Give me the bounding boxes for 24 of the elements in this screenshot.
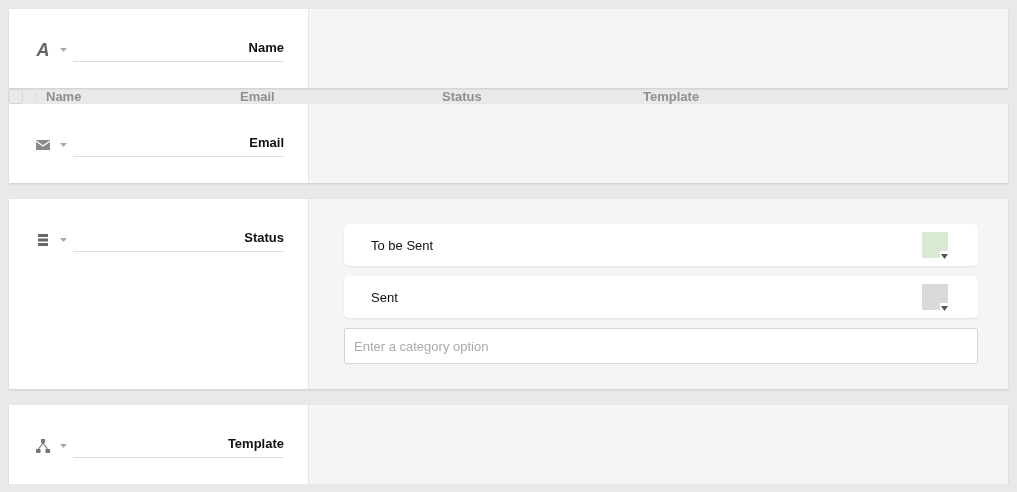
caret-icon[interactable]: [60, 444, 67, 448]
color-swatch[interactable]: [922, 284, 948, 310]
hierarchy-icon: [36, 439, 50, 453]
color-swatch[interactable]: [922, 232, 948, 258]
list-icon: [38, 234, 48, 246]
caret-icon[interactable]: [60, 143, 67, 147]
caret-icon[interactable]: [60, 48, 67, 52]
option-input[interactable]: Enter a category option: [344, 328, 978, 364]
column-header: Email: [240, 88, 276, 104]
column-header: Template: [643, 88, 701, 104]
field-name-input[interactable]: Name: [73, 38, 284, 62]
field-name-input[interactable]: Status: [73, 228, 284, 252]
category-option[interactable]: To be Sent: [344, 224, 978, 266]
checkbox[interactable]: [8, 88, 23, 104]
option-label: Sent: [371, 289, 399, 305]
column-header: Name: [46, 88, 83, 104]
letter-icon: A: [36, 39, 50, 61]
column-header: Status: [442, 88, 483, 104]
category-option[interactable]: Sent: [344, 276, 978, 318]
caret-icon: [941, 254, 948, 259]
option-label: To be Sent: [371, 237, 435, 253]
caret-icon[interactable]: [60, 238, 67, 242]
caret-icon: [941, 306, 948, 311]
envelope-icon: [36, 140, 50, 150]
